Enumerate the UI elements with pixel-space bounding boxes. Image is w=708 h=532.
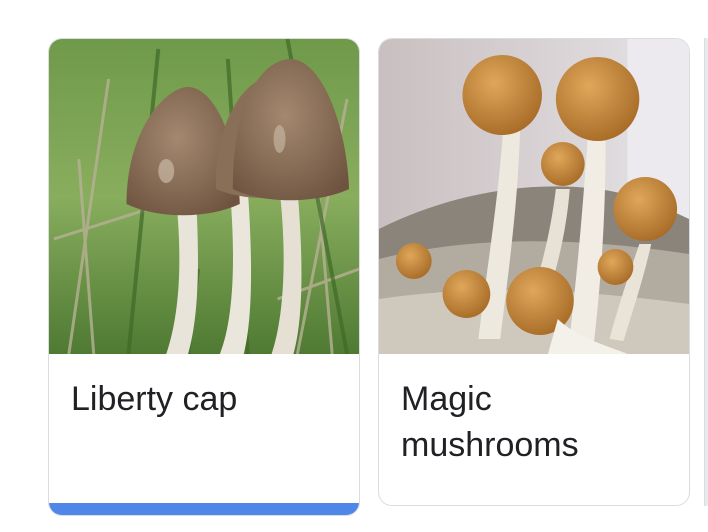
card-magic-mushrooms[interactable]: Magic mushrooms <box>378 38 690 506</box>
card-liberty-cap[interactable]: Liberty cap <box>48 38 360 516</box>
carousel: Liberty cap Magic mushrooms <box>0 0 708 532</box>
liberty-cap-image <box>49 39 359 354</box>
next-card-edge <box>704 38 708 506</box>
magic-mushrooms-image <box>379 39 689 354</box>
card-label: Liberty cap <box>71 380 238 418</box>
selected-indicator <box>49 503 359 515</box>
card-label: Magic mushrooms <box>401 380 579 464</box>
